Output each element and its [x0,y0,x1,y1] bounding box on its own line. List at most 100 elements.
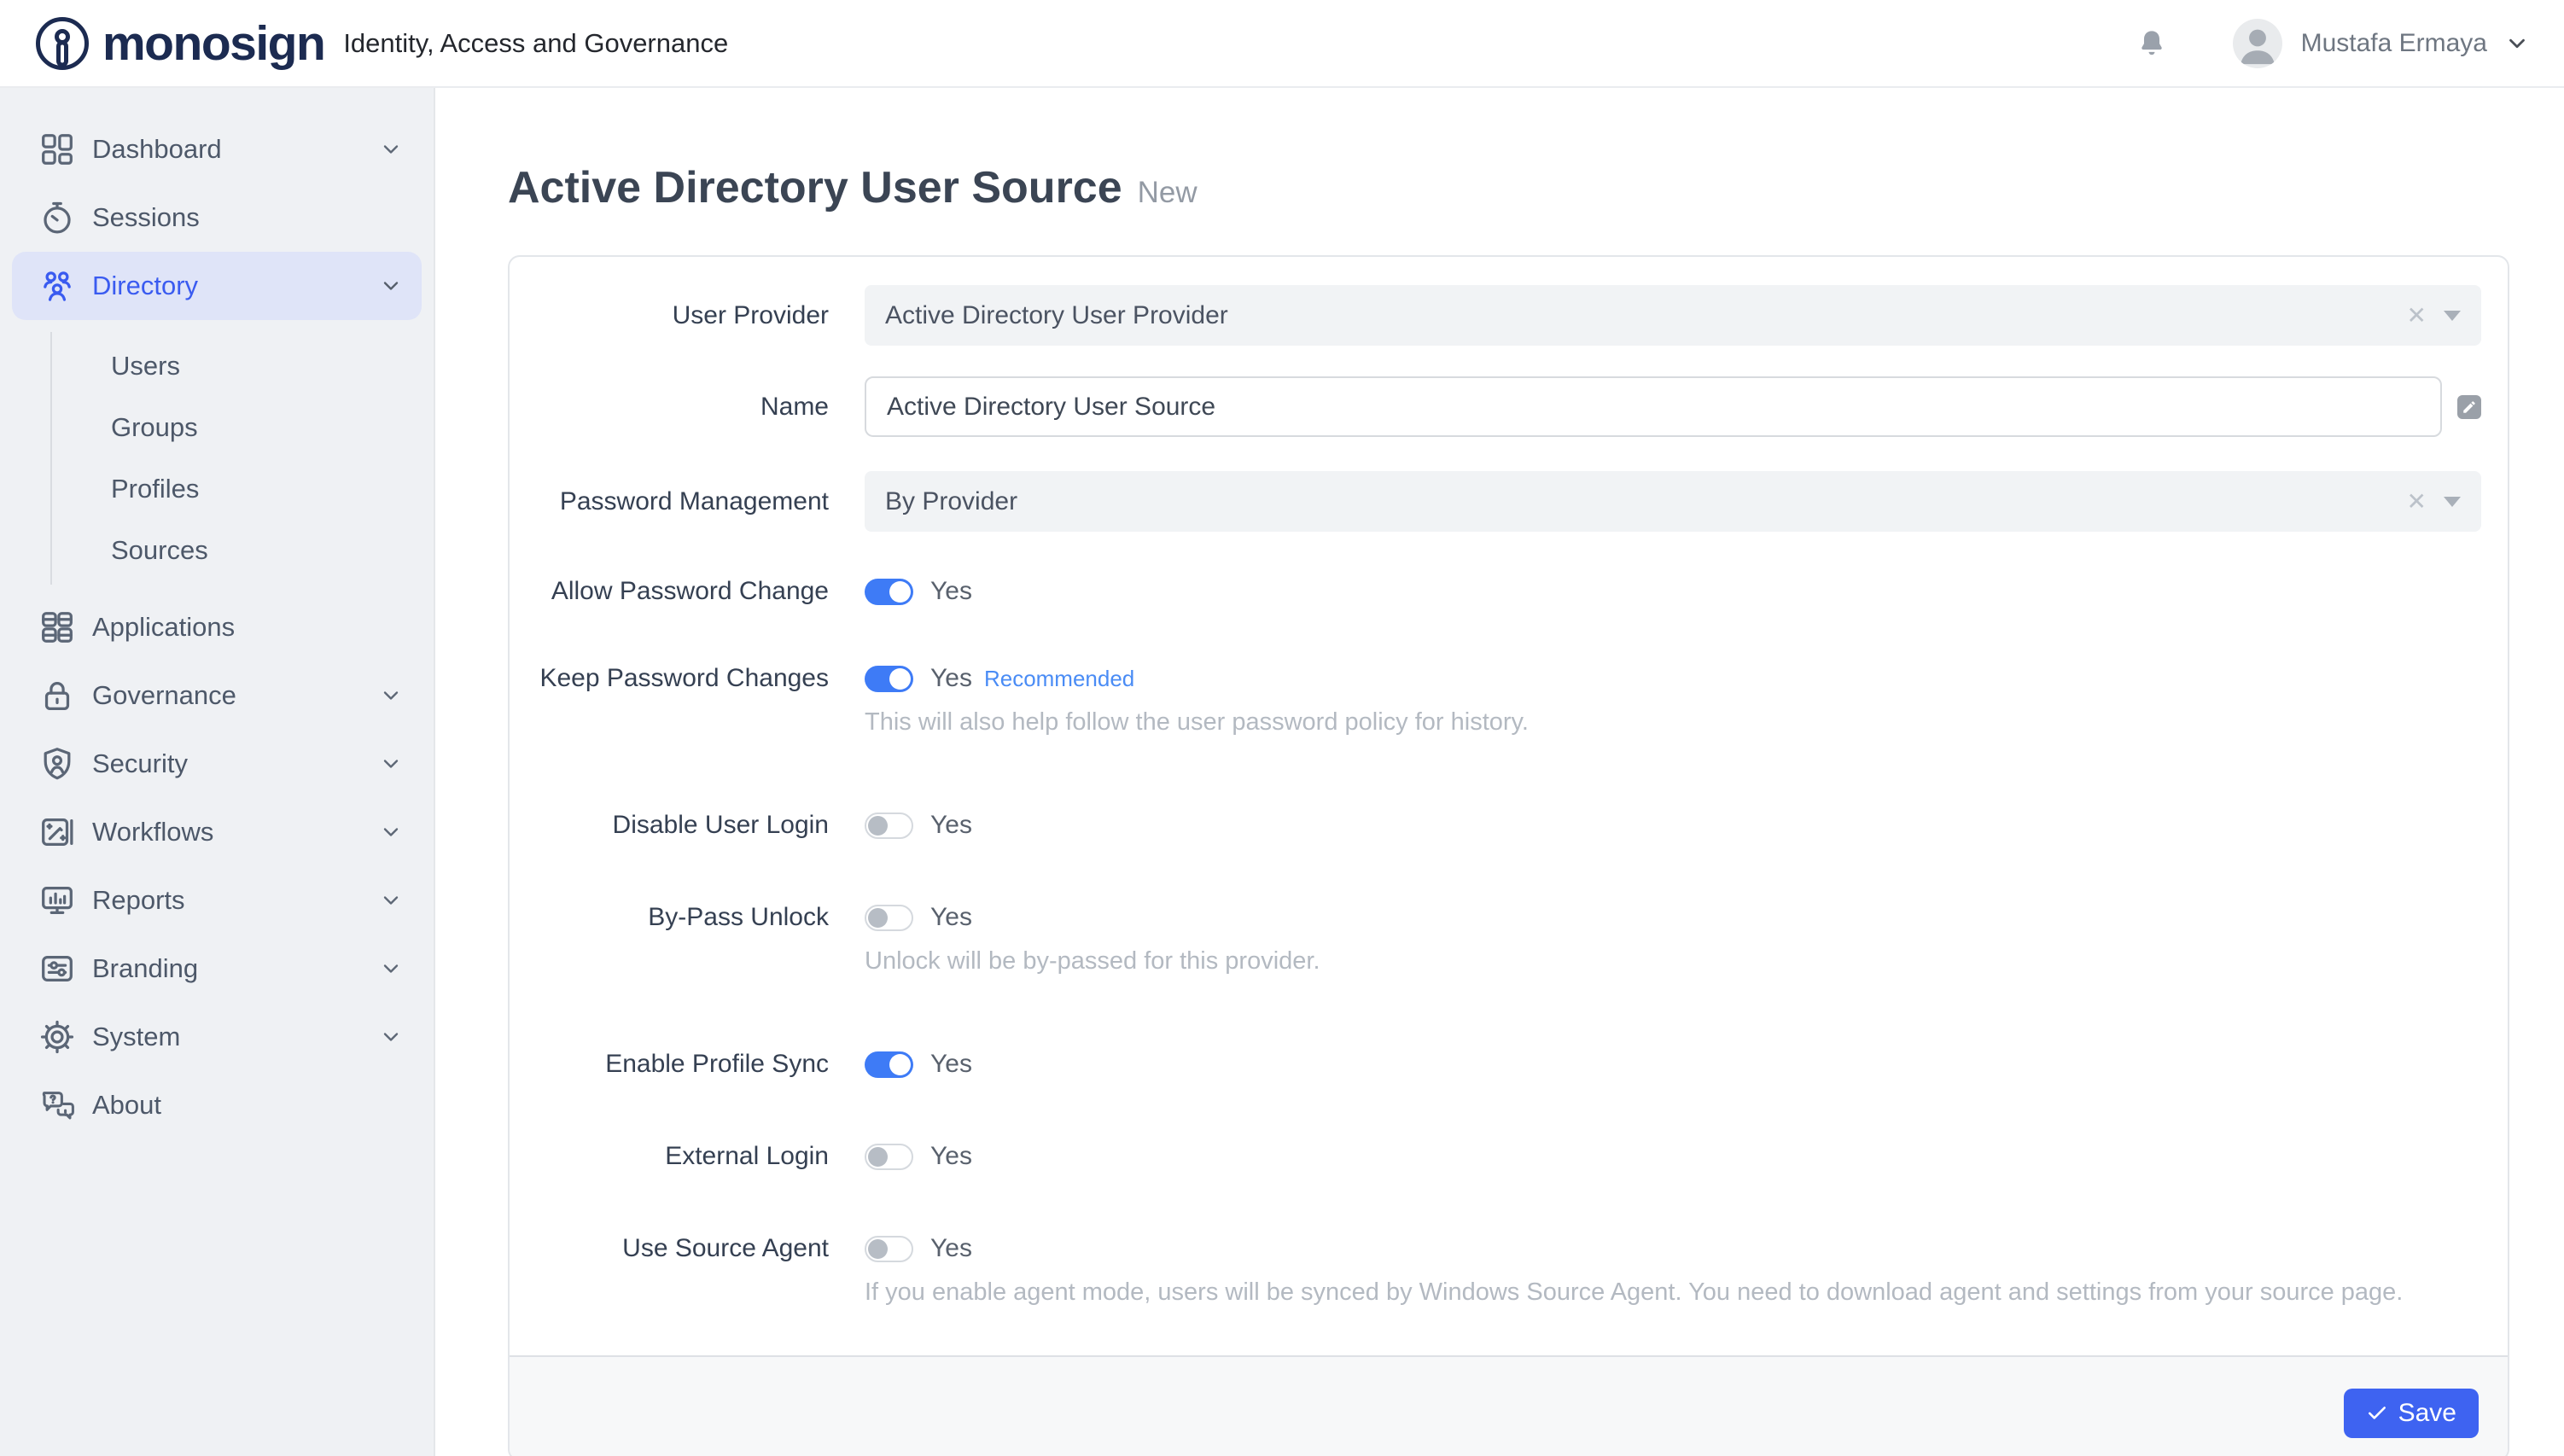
applications-icon [38,608,77,647]
sidebar-item-label: System [92,1022,180,1052]
sidebar-item-sources[interactable]: Sources [52,520,434,581]
dashboard-icon [38,130,77,169]
external-login-label: External Login [510,1141,829,1172]
allow-password-change-toggle[interactable] [865,579,913,605]
save-button[interactable]: Save [2344,1389,2479,1438]
user-provider-value: Active Directory User Provider [885,301,1228,330]
top-header: monosign Identity, Access and Governance… [0,0,2564,88]
toggle-state-label: Yes [930,664,972,693]
sidebar-item-label: Governance [92,680,236,711]
chevron-down-icon [379,888,403,912]
password-management-row: Password Management By Provider ✕ [510,471,2481,532]
save-button-label: Save [2398,1399,2456,1428]
keep-password-changes-toggle[interactable] [865,666,913,692]
sidebar-item-label: Dashboard [92,134,222,165]
toggle-state-label: Yes [930,903,972,932]
sidebar-item-governance[interactable]: Governance [0,661,434,730]
keep-password-changes-row: Keep Password Changes Yes Recommended Th… [510,663,2481,738]
sidebar-item-label: Branding [92,953,198,984]
sidebar-item-dashboard[interactable]: Dashboard [0,115,434,183]
bypass-unlock-toggle[interactable] [865,905,913,931]
sidebar-item-system[interactable]: System [0,1003,434,1071]
toggle-state-label: Yes [930,1234,972,1263]
sidebar-item-applications[interactable]: Applications [0,593,434,661]
about-help-icon [38,1086,77,1125]
toggle-state-label: Yes [930,1050,972,1079]
disable-user-login-label: Disable User Login [510,810,829,841]
use-source-agent-row: Use Source Agent Yes If you enable agent… [510,1233,2481,1308]
sidebar-item-reports[interactable]: Reports [0,866,434,935]
allow-password-change-row: Allow Password Change Yes [510,576,2481,607]
brand-wordmark: monosign [102,15,324,72]
brand-tagline: Identity, Access and Governance [343,28,728,59]
form-footer: Save [510,1355,2508,1456]
sidebar-item-users[interactable]: Users [52,335,434,397]
user-name[interactable]: Mustafa Ermaya [2301,29,2487,58]
clear-selection-icon[interactable]: ✕ [2407,490,2427,514]
page-subtitle-badge: New [1138,168,1198,218]
name-row: Name [510,376,2481,437]
password-management-label: Password Management [510,471,829,532]
chevron-down-icon [379,684,403,708]
recommended-link[interactable]: Recommended [984,666,1134,692]
chevron-down-icon [379,820,403,844]
security-shield-icon [38,744,77,783]
sidebar-item-security[interactable]: Security [0,730,434,798]
sidebar-item-groups[interactable]: Groups [52,397,434,458]
name-input[interactable] [865,376,2442,437]
bypass-unlock-help: Unlock will be by-passed for this provid… [865,945,2481,977]
notifications-bell-icon[interactable] [2136,27,2168,60]
edit-translation-button[interactable] [2457,395,2481,419]
select-caret-icon[interactable] [2444,497,2461,507]
sidebar-subitem-label: Groups [111,412,198,443]
governance-lock-icon [38,676,77,715]
pencil-icon [2462,399,2477,415]
enable-profile-sync-toggle[interactable] [865,1051,913,1078]
main-content: Active Directory User Source New User Pr… [435,88,2564,1456]
sidebar-item-label: Security [92,748,188,779]
chevron-down-icon [379,1025,403,1049]
external-login-row: External Login Yes [510,1141,2481,1172]
sidebar-item-label: Reports [92,885,185,916]
branding-sliders-icon [38,949,77,988]
user-provider-row: User Provider Active Directory User Prov… [510,285,2481,346]
clear-selection-icon[interactable]: ✕ [2407,304,2427,328]
sidebar-item-directory[interactable]: Directory [12,252,422,320]
allow-password-change-label: Allow Password Change [510,576,829,607]
sidebar-nav: Dashboard Sessions [0,88,435,1456]
password-management-select[interactable]: By Provider ✕ [865,471,2481,532]
sidebar-item-sessions[interactable]: Sessions [0,183,434,252]
user-avatar[interactable] [2233,19,2282,68]
sidebar-item-about[interactable]: About [0,1071,434,1139]
sidebar-item-branding[interactable]: Branding [0,935,434,1003]
keep-password-changes-help: This will also help follow the user pass… [865,706,2481,738]
sidebar-subitem-label: Users [111,351,180,381]
chevron-down-icon [379,752,403,776]
enable-profile-sync-row: Enable Profile Sync Yes [510,1049,2481,1080]
toggle-state-label: Yes [930,811,972,840]
select-caret-icon[interactable] [2444,311,2461,321]
sidebar-item-label: Applications [92,612,235,643]
external-login-toggle[interactable] [865,1144,913,1170]
user-provider-select[interactable]: Active Directory User Provider ✕ [865,285,2481,346]
toggle-state-label: Yes [930,1142,972,1171]
user-menu-chevron-down-icon[interactable] [2504,31,2530,56]
page-title: Active Directory User Source [508,163,1122,213]
toggle-state-label: Yes [930,577,972,606]
sidebar-item-label: Directory [92,271,198,301]
sidebar-item-profiles[interactable]: Profiles [52,458,434,520]
source-form-card: User Provider Active Directory User Prov… [508,255,2509,1456]
keep-password-changes-label: Keep Password Changes [510,663,829,738]
directory-submenu: Users Groups Profiles Sources [50,332,434,585]
bypass-unlock-label: By-Pass Unlock [510,902,829,977]
use-source-agent-label: Use Source Agent [510,1233,829,1308]
use-source-agent-toggle[interactable] [865,1236,913,1262]
disable-user-login-toggle[interactable] [865,812,913,839]
system-gear-icon [38,1017,77,1057]
enable-profile-sync-label: Enable Profile Sync [510,1049,829,1080]
sidebar-subitem-label: Profiles [111,474,199,504]
brand-logo[interactable]: monosign [34,15,324,72]
sidebar-item-workflows[interactable]: Workflows [0,798,434,866]
sessions-icon [38,198,77,237]
directory-icon [38,266,77,306]
